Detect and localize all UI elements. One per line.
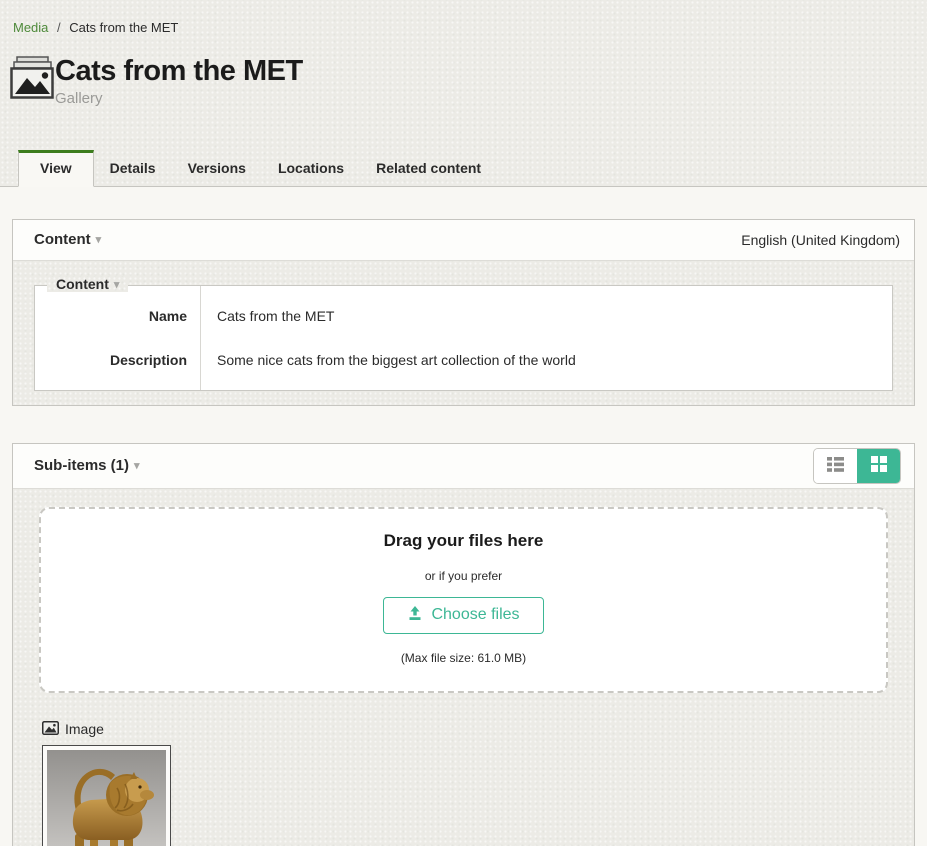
title-row: Cats from the MET Gallery bbox=[0, 35, 927, 107]
tab-locations[interactable]: Locations bbox=[262, 151, 360, 186]
page-header: Media / Cats from the MET Cats from the … bbox=[0, 0, 927, 187]
upload-icon bbox=[407, 605, 423, 626]
field-value-description: Some nice cats from the biggest art coll… bbox=[201, 338, 892, 390]
file-dropzone[interactable]: Drag your files here or if you prefer Ch… bbox=[39, 507, 888, 693]
field-value-name: Cats from the MET bbox=[201, 286, 892, 338]
field-label-name: Name bbox=[35, 286, 201, 338]
breadcrumb-current: Cats from the MET bbox=[69, 20, 178, 35]
breadcrumb-link-media[interactable]: Media bbox=[13, 20, 48, 35]
image-icon bbox=[42, 721, 59, 738]
subitems-card-body: Drag your files here or if you prefer Ch… bbox=[13, 488, 914, 846]
subitems-section-title: Sub-items (1) bbox=[34, 457, 129, 474]
caret-down-icon: ▾ bbox=[134, 460, 140, 472]
subitem-card: Image bbox=[42, 721, 888, 846]
choose-files-button[interactable]: Choose files bbox=[383, 597, 543, 634]
tab-details[interactable]: Details bbox=[94, 151, 172, 186]
caret-down-icon: ▾ bbox=[96, 234, 102, 246]
content-type-label: Gallery bbox=[55, 90, 303, 107]
gallery-icon bbox=[9, 56, 55, 100]
grid-view-icon bbox=[871, 456, 887, 475]
subitem-type-row: Image bbox=[42, 721, 888, 738]
choose-files-label: Choose files bbox=[431, 606, 519, 624]
tab-view[interactable]: View bbox=[18, 150, 94, 187]
caret-down-icon: ▾ bbox=[114, 279, 120, 291]
tab-content-view: Content ▾ English (United Kingdom) Conten… bbox=[0, 187, 927, 846]
dropzone-subtitle: or if you prefer bbox=[41, 569, 886, 583]
language-indicator: English (United Kingdom) bbox=[741, 232, 900, 248]
grid-view-button[interactable] bbox=[857, 449, 900, 483]
content-section-toggle[interactable]: Content ▾ bbox=[34, 231, 101, 248]
tab-related-content[interactable]: Related content bbox=[360, 151, 497, 186]
breadcrumb-separator: / bbox=[57, 20, 61, 35]
content-fieldset: Content▾ Name Cats from the MET Descript… bbox=[34, 285, 893, 391]
list-view-icon bbox=[827, 457, 844, 475]
content-card-body: Content ▾ Name Cats from the MET Descript… bbox=[13, 260, 914, 405]
lion-image bbox=[47, 750, 166, 846]
subitems-card: Sub-items (1) ▾ bbox=[12, 443, 915, 846]
dropzone-title: Drag your files here bbox=[41, 531, 886, 551]
content-fieldset-legend[interactable]: Content ▾ bbox=[47, 276, 128, 292]
tab-bar: View Details Versions Locations Related … bbox=[0, 150, 927, 187]
subitem-thumbnail[interactable] bbox=[42, 745, 171, 846]
fieldset-legend-label: Content bbox=[56, 276, 109, 292]
content-card: Content ▾ English (United Kingdom) Conten… bbox=[12, 219, 915, 406]
subitems-card-header: Sub-items (1) ▾ bbox=[13, 444, 914, 488]
list-view-button[interactable] bbox=[814, 449, 857, 483]
subitem-type-label: Image bbox=[65, 721, 104, 737]
max-file-size-note: (Max file size: 61.0 MB) bbox=[41, 651, 886, 665]
page-title: Cats from the MET bbox=[55, 56, 303, 88]
field-label-description: Description bbox=[35, 338, 201, 390]
content-card-header: Content ▾ English (United Kingdom) bbox=[13, 220, 914, 260]
content-section-title: Content bbox=[34, 231, 91, 248]
tab-versions[interactable]: Versions bbox=[172, 151, 262, 186]
view-mode-toggle bbox=[813, 448, 901, 484]
breadcrumb: Media / Cats from the MET bbox=[0, 0, 927, 35]
subitems-section-toggle[interactable]: Sub-items (1) ▾ bbox=[34, 457, 140, 474]
